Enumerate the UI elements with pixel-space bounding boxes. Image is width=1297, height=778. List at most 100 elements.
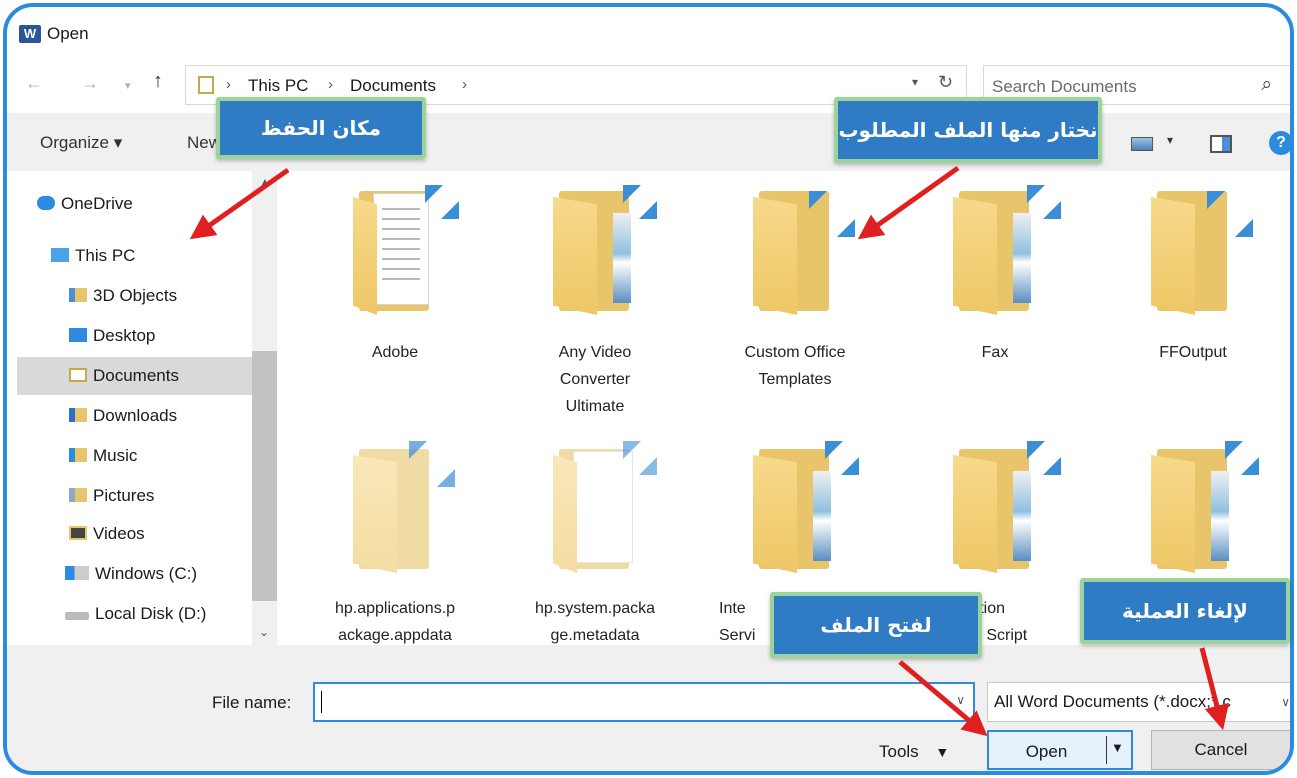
view-dropdown-icon[interactable]: ▾ (1167, 133, 1173, 147)
open-dropdown-icon[interactable]: ▼ (1111, 740, 1124, 755)
file-name-label: hp.system.packa ge.metadata (534, 600, 656, 644)
folder-item-hp-system-package[interactable]: hp.system.packa ge.metadata (505, 429, 685, 679)
breadcrumb-separator-icon: › (328, 76, 333, 93)
split-divider (1106, 736, 1107, 764)
videos-icon (69, 526, 87, 540)
file-name-input[interactable]: ∨ (313, 682, 975, 722)
nav-item-music[interactable]: Music (69, 437, 247, 475)
search-icon[interactable]: ⌕ (1261, 74, 1272, 96)
change-view-icon[interactable] (1131, 137, 1153, 151)
cloud-icon (37, 196, 55, 210)
text-cursor (321, 691, 322, 713)
breadcrumb-this-pc[interactable]: This PC (248, 76, 308, 96)
folder-item-fax[interactable]: Fax (905, 171, 1085, 421)
nav-item-label: Pictures (93, 486, 155, 505)
3d-objects-icon (69, 288, 87, 302)
nav-item-label: Local Disk (D:) (95, 604, 207, 623)
nav-item-windows-c[interactable]: Windows (C:) (65, 555, 247, 593)
open-button-label: Open (1025, 742, 1068, 761)
nav-item-label: Documents (93, 366, 179, 385)
nav-item-label: 3D Objects (93, 286, 178, 305)
documents-folder-icon (198, 76, 214, 94)
nav-item-3d-objects[interactable]: 3D Objects (69, 277, 247, 315)
chevron-down-icon[interactable]: ∨ (1281, 683, 1290, 721)
open-button[interactable]: Open ▼ (987, 730, 1133, 770)
navigation-pane: OneDrive This PC 3D Objects Desktop Docu… (7, 171, 277, 645)
annotation-open-file: لفتح الملف (770, 592, 982, 658)
nav-item-local-disk-d[interactable]: Local Disk (D:) (65, 595, 247, 633)
file-name-label: Any Video Converter Ultimate (558, 344, 632, 415)
sync-arrows-icon (1207, 191, 1253, 237)
sync-arrows-icon (1027, 185, 1061, 219)
annotation-cancel-operation: لإلغاء العملية (1080, 578, 1290, 644)
nav-item-label: Videos (93, 524, 145, 543)
folder-item-any-video-converter[interactable]: Any Video Converter Ultimate (505, 171, 685, 421)
search-input[interactable]: Search Documents (992, 77, 1137, 97)
annotation-choose-file: نختار منها الملف المطلوب (834, 97, 1102, 163)
file-name-label: FFOutput (1159, 344, 1227, 361)
sync-arrows-icon (409, 441, 455, 487)
recent-dropdown-icon[interactable]: ▾ (125, 79, 131, 92)
file-name-label: hp.applications.p ackage.appdata (334, 600, 456, 644)
folder-item-custom-office-templates[interactable]: Custom Office Templates (705, 171, 885, 421)
scroll-up-icon[interactable]: ▲ (259, 175, 271, 189)
folder-item-hp-applications[interactable]: hp.applications.p ackage.appdata (305, 429, 485, 679)
file-name-label: File name: (212, 693, 292, 712)
file-type-value: All Word Documents (*.docx;*.c (994, 692, 1231, 711)
organize-button[interactable]: Organize ▾ (40, 133, 122, 153)
scroll-down-icon[interactable]: ⌄ (259, 625, 269, 639)
downloads-icon (69, 408, 87, 422)
help-icon[interactable]: ? (1269, 131, 1290, 155)
desktop-icon (69, 328, 87, 342)
word-logo-icon: W (19, 25, 41, 43)
sync-arrows-icon (623, 441, 657, 475)
nav-item-label: Desktop (93, 326, 156, 345)
file-name-label: Custom Office Templates (744, 344, 846, 388)
nav-item-desktop[interactable]: Desktop (69, 317, 247, 355)
breadcrumb-documents[interactable]: Documents (350, 76, 436, 96)
forward-arrow-icon[interactable]: → (81, 73, 99, 94)
nav-item-label: This PC (75, 246, 136, 265)
sync-arrows-icon (809, 191, 855, 237)
nav-item-label: OneDrive (61, 194, 133, 213)
music-icon (69, 448, 87, 462)
nav-item-onedrive[interactable]: OneDrive (37, 185, 247, 223)
sync-arrows-icon (825, 441, 859, 475)
window-title: Open (47, 24, 89, 43)
nav-item-label: Music (93, 446, 138, 465)
tools-button[interactable]: Tools ▼ (879, 742, 949, 762)
nav-item-videos[interactable]: Videos (69, 515, 247, 553)
file-name-label: Fax (981, 344, 1009, 361)
breadcrumb-separator-icon: › (226, 76, 231, 93)
cancel-button[interactable]: Cancel (1151, 730, 1290, 770)
nav-item-downloads[interactable]: Downloads (69, 397, 247, 435)
tools-dropdown-icon: ▼ (935, 744, 950, 760)
file-type-filter[interactable]: All Word Documents (*.docx;*.c ∨ (987, 682, 1290, 722)
folder-item-adobe[interactable]: Adobe (305, 171, 485, 421)
folder-item-ffoutput[interactable]: FFOutput (1103, 171, 1283, 421)
back-arrow-icon[interactable]: ← (25, 73, 43, 94)
breadcrumb-separator-icon[interactable]: › (462, 76, 467, 93)
preview-pane-icon[interactable] (1210, 135, 1232, 153)
windows-drive-icon (65, 566, 89, 580)
nav-item-this-pc[interactable]: This PC (51, 237, 247, 275)
nav-item-label: Windows (C:) (95, 564, 198, 583)
file-name-label: Adobe (371, 344, 419, 361)
sync-arrows-icon (1225, 441, 1259, 475)
address-dropdown-icon[interactable]: ▾ (912, 75, 918, 89)
sync-arrows-icon (1027, 441, 1061, 475)
up-arrow-icon[interactable]: ↑ (153, 70, 163, 93)
nav-scrollbar[interactable]: ▲ ⌄ (252, 171, 277, 645)
refresh-icon[interactable]: ↻ (938, 72, 953, 93)
documents-icon (69, 368, 87, 382)
computer-icon (51, 248, 69, 262)
file-list: Adobe Any Video Converter Ultimate Custom … (279, 171, 1290, 645)
file-name-dropdown-icon[interactable]: ∨ (956, 693, 965, 707)
annotation-save-location: مكان الحفظ (216, 97, 426, 159)
pictures-icon (69, 488, 87, 502)
nav-item-pictures[interactable]: Pictures (69, 477, 247, 515)
title-bar: W Open (7, 7, 1290, 61)
dialog-footer: File name: ∨ All Word Documents (*.docx;… (7, 645, 1290, 771)
nav-scroll-thumb[interactable] (252, 351, 277, 601)
nav-item-documents[interactable]: Documents (17, 357, 252, 395)
